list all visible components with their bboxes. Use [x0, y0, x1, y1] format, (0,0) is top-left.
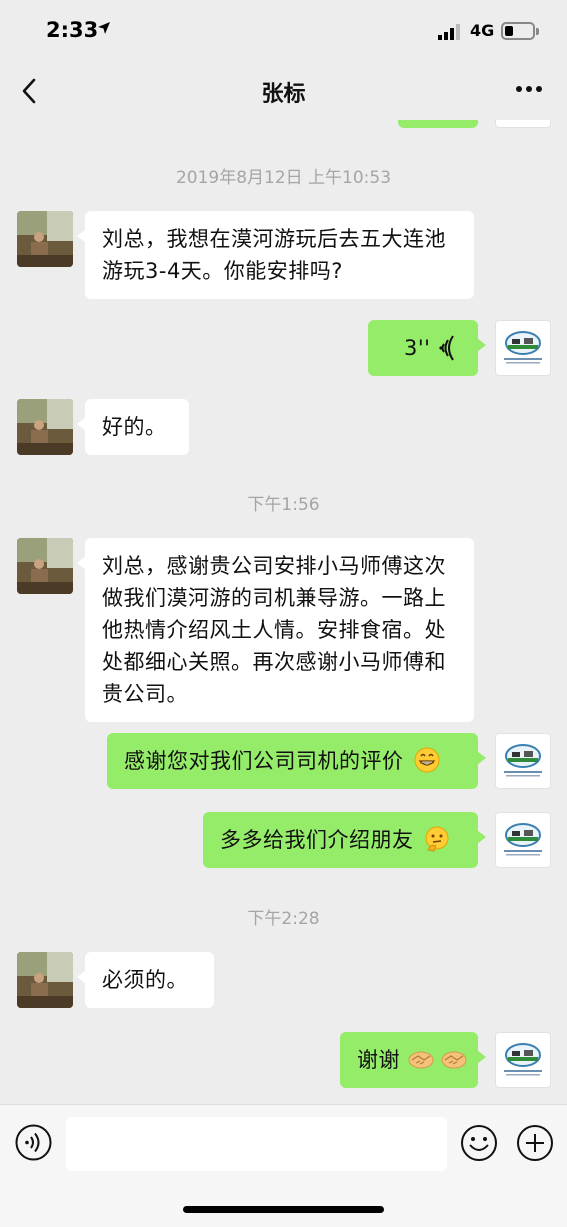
contact-avatar[interactable] — [17, 538, 73, 594]
message-text: 感谢您对我们公司司机的评价 — [124, 749, 404, 773]
location-arrow-icon — [98, 22, 110, 34]
more-options-icon[interactable] — [515, 84, 543, 94]
thinking-emoji-icon — [425, 826, 449, 852]
handshake-emoji-icon — [408, 1051, 434, 1069]
message-bubble: 感谢您对我们公司司机的评价 — [107, 733, 486, 789]
message-bubble: 必须的。 — [77, 952, 214, 1008]
chat-messages[interactable]: 2019年8月12日 上午10:53 刘总，我想在漠河游玩后去五大连池游玩3-4… — [0, 120, 567, 1104]
company-logo-icon — [504, 1043, 542, 1076]
more-actions-plus-icon[interactable] — [516, 1124, 554, 1162]
my-avatar[interactable] — [495, 733, 551, 789]
message-text: 多多给我们介绍朋友 — [220, 828, 414, 852]
status-bar: 2:33 4G — [0, 0, 567, 62]
person-photo-icon — [17, 211, 73, 267]
grin-emoji-icon — [414, 747, 440, 773]
signal-bars-icon — [438, 24, 460, 40]
my-avatar[interactable] — [495, 812, 551, 868]
voice-message-bubble[interactable]: 3'' — [368, 320, 486, 376]
home-indicator[interactable] — [183, 1206, 384, 1213]
message-text: 刘总，我想在漠河游玩后去五大连池游玩3-4天。你能安排吗? — [102, 227, 446, 283]
status-time: 2:33 — [46, 18, 99, 42]
person-photo-icon — [17, 538, 73, 594]
company-logo-icon — [504, 744, 542, 777]
contact-avatar[interactable] — [17, 399, 73, 455]
handshake-emoji-icon — [441, 1051, 467, 1069]
voice-input-icon[interactable] — [15, 1124, 52, 1161]
company-logo-icon — [504, 331, 542, 364]
company-logo-icon — [504, 823, 542, 856]
person-photo-icon — [17, 399, 73, 455]
message-text: 谢谢 — [357, 1048, 400, 1072]
message-bubble: 多多给我们介绍朋友 — [203, 812, 486, 868]
message-bubble: 刘总，感谢贵公司安排小马师傅这次做我们漠河游的司机兼导游。一路上他热情介绍风土人… — [77, 538, 474, 722]
voice-duration: 3'' — [404, 336, 431, 360]
message-bubble: 刘总，我想在漠河游玩后去五大连池游玩3-4天。你能安排吗? — [77, 211, 474, 299]
message-timestamp: 2019年8月12日 上午10:53 — [175, 168, 392, 188]
message-bubble: 谢谢 — [340, 1032, 486, 1088]
message-timestamp: 下午1:56 — [247, 495, 320, 515]
message-text: 刘总，感谢贵公司安排小马师傅这次做我们漠河游的司机兼导游。一路上他热情介绍风土人… — [102, 554, 446, 706]
person-photo-icon — [17, 952, 73, 1008]
nav-bar: 张标 — [0, 62, 567, 120]
chat-title: 张标 — [261, 82, 306, 107]
contact-avatar[interactable] — [17, 952, 73, 1008]
message-text: 必须的。 — [102, 968, 188, 992]
emoji-picker-icon[interactable] — [460, 1124, 498, 1162]
voice-wave-icon — [439, 335, 454, 361]
message-text: 好的。 — [102, 415, 167, 439]
message-bubble: 好的。 — [77, 399, 189, 455]
my-avatar[interactable] — [495, 320, 551, 376]
previous-message-avatar — [495, 120, 551, 128]
battery-icon — [501, 22, 539, 40]
network-type: 4G — [470, 21, 495, 40]
contact-avatar[interactable] — [17, 211, 73, 267]
previous-message-bubble — [398, 120, 478, 128]
message-timestamp: 下午2:28 — [247, 909, 320, 929]
message-input[interactable] — [66, 1117, 447, 1171]
my-avatar[interactable] — [495, 1032, 551, 1088]
